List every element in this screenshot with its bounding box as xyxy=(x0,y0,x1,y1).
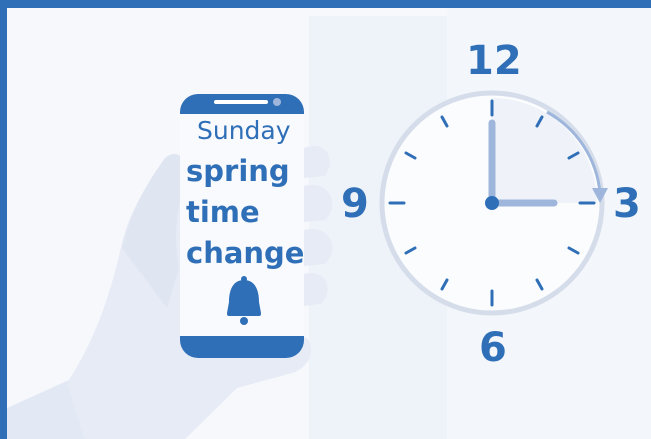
clock-center xyxy=(485,196,499,210)
message-line-3: change xyxy=(186,236,305,270)
scene-illustration xyxy=(7,90,608,439)
message-line-1: spring xyxy=(186,154,290,188)
illustration-frame: Sunday spring time change 12 3 6 9 xyxy=(0,0,651,439)
clock-numeral-9: 9 xyxy=(341,181,369,227)
clock-numeral-3: 3 xyxy=(613,181,641,227)
clock-numeral-6: 6 xyxy=(479,325,507,371)
day-label: Sunday xyxy=(197,116,291,145)
phone-speaker xyxy=(214,100,268,104)
elapsed-sector xyxy=(492,98,597,203)
clock-numeral-12: 12 xyxy=(466,38,522,84)
phone-camera xyxy=(273,98,281,106)
hand-fingers xyxy=(304,146,333,306)
message-line-2: time xyxy=(186,195,260,229)
